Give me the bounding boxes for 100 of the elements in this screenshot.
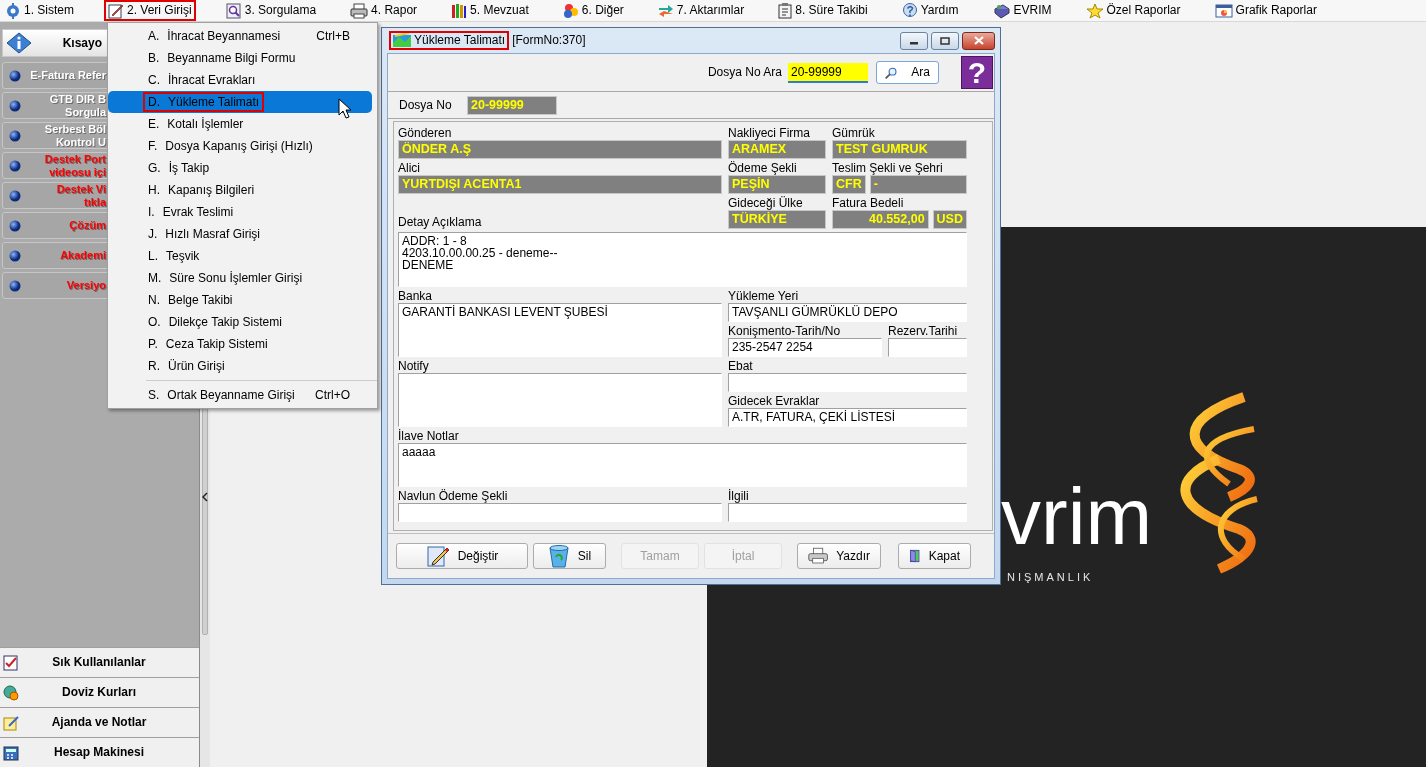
field-label: Rezerv.Tarihi bbox=[888, 325, 959, 338]
field-label: İlgili bbox=[728, 490, 750, 503]
calculator-icon bbox=[3, 744, 19, 761]
text-area[interactable]: ADDR: 1 - 8 4203.10.00.00.25 - deneme-- DENEME bbox=[398, 232, 967, 287]
input-field[interactable] bbox=[728, 503, 967, 522]
menu-item[interactable]: 3. Sorgulama bbox=[221, 0, 321, 21]
text-area[interactable] bbox=[398, 373, 722, 427]
help-icon bbox=[901, 2, 918, 19]
readonly-field: PEŞİN bbox=[728, 175, 826, 194]
readonly-field: YURTDIŞI ACENTA1 bbox=[398, 175, 722, 194]
bullet-icon bbox=[9, 99, 21, 112]
bullet-icon bbox=[9, 189, 21, 202]
info-icon bbox=[6, 32, 32, 54]
bullet-icon bbox=[9, 219, 21, 232]
field-label: Fatura Bedeli bbox=[832, 197, 905, 210]
search-field[interactable]: 20-99999 bbox=[788, 62, 868, 83]
field-label: Notify bbox=[398, 360, 430, 373]
menu-item[interactable]: 5. Mevzuat bbox=[447, 0, 533, 21]
mouse-cursor-icon bbox=[338, 98, 352, 119]
field-label: Gümrük bbox=[832, 127, 876, 140]
shortcut-button[interactable]: Sık Kullanılanlar bbox=[0, 647, 199, 677]
shortcut-button[interactable]: Hesap Makinesi bbox=[0, 737, 199, 767]
text-area[interactable]: GARANTİ BANKASI LEVENT ŞUBESİ bbox=[398, 303, 722, 357]
field-label: Alici bbox=[398, 162, 421, 175]
input-field[interactable] bbox=[888, 338, 967, 357]
input-field[interactable]: A.TR, FATURA, ÇEKİ LİSTESİ bbox=[728, 408, 967, 427]
search-button[interactable]: Ara bbox=[876, 61, 939, 84]
menu-item[interactable]: 6. Diğer bbox=[558, 0, 628, 21]
window-title: Yükleme Talimatı bbox=[389, 31, 510, 50]
input-field[interactable]: TAVŞANLI GÜMRÜKLÜ DEPO bbox=[728, 303, 967, 322]
star-icon bbox=[1085, 2, 1104, 19]
menu-item[interactable]: 2. Veri Girişi bbox=[104, 0, 196, 21]
shortcut-button[interactable]: Ajanda ve Notlar bbox=[0, 707, 199, 737]
field-label: İlave Notlar bbox=[398, 430, 460, 443]
window-subtitle: [FormNo:370] bbox=[512, 33, 586, 48]
input-field[interactable] bbox=[398, 503, 722, 522]
bullet-icon bbox=[9, 69, 21, 82]
action-button[interactable]: Yazdır bbox=[797, 543, 881, 569]
menu-item[interactable]: Özel Raporlar bbox=[1081, 0, 1185, 21]
menu-item[interactable]: 1. Sistem bbox=[1, 0, 78, 21]
field-label: Detay Açıklama bbox=[398, 216, 483, 229]
input-field[interactable]: 235-2547 2254 bbox=[728, 338, 882, 357]
readonly-field: 20-99999 bbox=[467, 95, 557, 115]
menu-item[interactable]: EVRIM bbox=[988, 0, 1056, 21]
notepad-icon bbox=[3, 714, 19, 731]
input-field[interactable] bbox=[728, 373, 967, 392]
menu-item[interactable]: O. Dilekçe Takip Sistemi bbox=[108, 311, 372, 333]
bullet-icon bbox=[9, 249, 21, 262]
colored-shapes-icon bbox=[562, 2, 579, 19]
menu-item[interactable]: S. Ortak Beyanname Girişi Ctrl+O bbox=[108, 384, 372, 406]
minimize-button[interactable] bbox=[900, 31, 928, 50]
field-label: Gideceği Ülke bbox=[728, 197, 804, 210]
menu-item[interactable]: D. Yükleme Talimatı bbox=[108, 91, 372, 113]
globe-icon bbox=[3, 684, 19, 701]
readonly-field: 40.552,00 bbox=[832, 210, 929, 229]
field-label: Banka bbox=[398, 290, 434, 303]
readonly-field: TEST GUMRUK bbox=[832, 140, 967, 159]
action-button[interactable]: Değiştir bbox=[396, 543, 528, 569]
recycle-bin-icon bbox=[547, 544, 570, 568]
readonly-field: USD bbox=[932, 210, 967, 229]
readonly-field: ÖNDER A.Ş bbox=[398, 140, 722, 159]
field-label: Nakliyeci Firma bbox=[728, 127, 811, 140]
book-icon bbox=[992, 2, 1011, 19]
field-label: Konişmento-Tarih/No bbox=[728, 325, 842, 338]
maximize-button[interactable] bbox=[931, 31, 959, 50]
window-icon bbox=[393, 33, 411, 48]
field-label: Dosya No Ara bbox=[707, 65, 782, 80]
menu-item[interactable]: 7. Aktarımlar bbox=[653, 0, 749, 21]
pencil-icon bbox=[425, 544, 450, 568]
readonly-field: CFR bbox=[832, 175, 866, 194]
field-label: Gidecek Evraklar bbox=[728, 395, 821, 408]
menu-item[interactable]: 8. Süre Takibi bbox=[774, 0, 872, 21]
bullet-icon bbox=[9, 159, 21, 172]
action-button[interactable]: Sil bbox=[533, 543, 606, 569]
text-area[interactable]: aaaaa bbox=[398, 443, 967, 487]
printer-icon bbox=[808, 545, 829, 567]
menu-item[interactable]: Grafik Raporlar bbox=[1210, 0, 1321, 21]
field-label: Yükleme Yeri bbox=[728, 290, 800, 303]
close-button[interactable] bbox=[962, 31, 995, 50]
books-icon bbox=[451, 2, 468, 19]
logo-text: vrim bbox=[1001, 477, 1153, 557]
menu-item[interactable]: P. Ceza Takip Sistemi bbox=[108, 333, 372, 355]
field-label: Ebat bbox=[728, 360, 754, 373]
close-icon bbox=[973, 36, 984, 45]
bullet-icon bbox=[9, 279, 21, 292]
menu-item[interactable]: Yardım bbox=[897, 0, 963, 21]
readonly-field: ARAMEX bbox=[728, 140, 826, 159]
arrows-icon bbox=[657, 2, 674, 19]
field-label: Navlun Ödeme Şekli bbox=[398, 490, 509, 503]
checklist-icon bbox=[3, 654, 19, 671]
field-label: Dosya No bbox=[399, 97, 453, 113]
action-button[interactable]: Kapat bbox=[898, 543, 971, 569]
logo-tagline: NIŞMANLIK bbox=[1007, 571, 1094, 585]
field-label: Gönderen bbox=[398, 127, 453, 140]
shortcut-button[interactable]: Doviz Kurları bbox=[0, 677, 199, 707]
menu-item[interactable]: 4. Rapor bbox=[346, 0, 422, 21]
menu-item[interactable]: R. Ürün Girişi bbox=[108, 355, 372, 377]
help-button[interactable]: ? bbox=[961, 56, 993, 89]
readonly-field: - bbox=[869, 175, 967, 194]
readonly-field: TÜRKİYE bbox=[728, 210, 826, 229]
